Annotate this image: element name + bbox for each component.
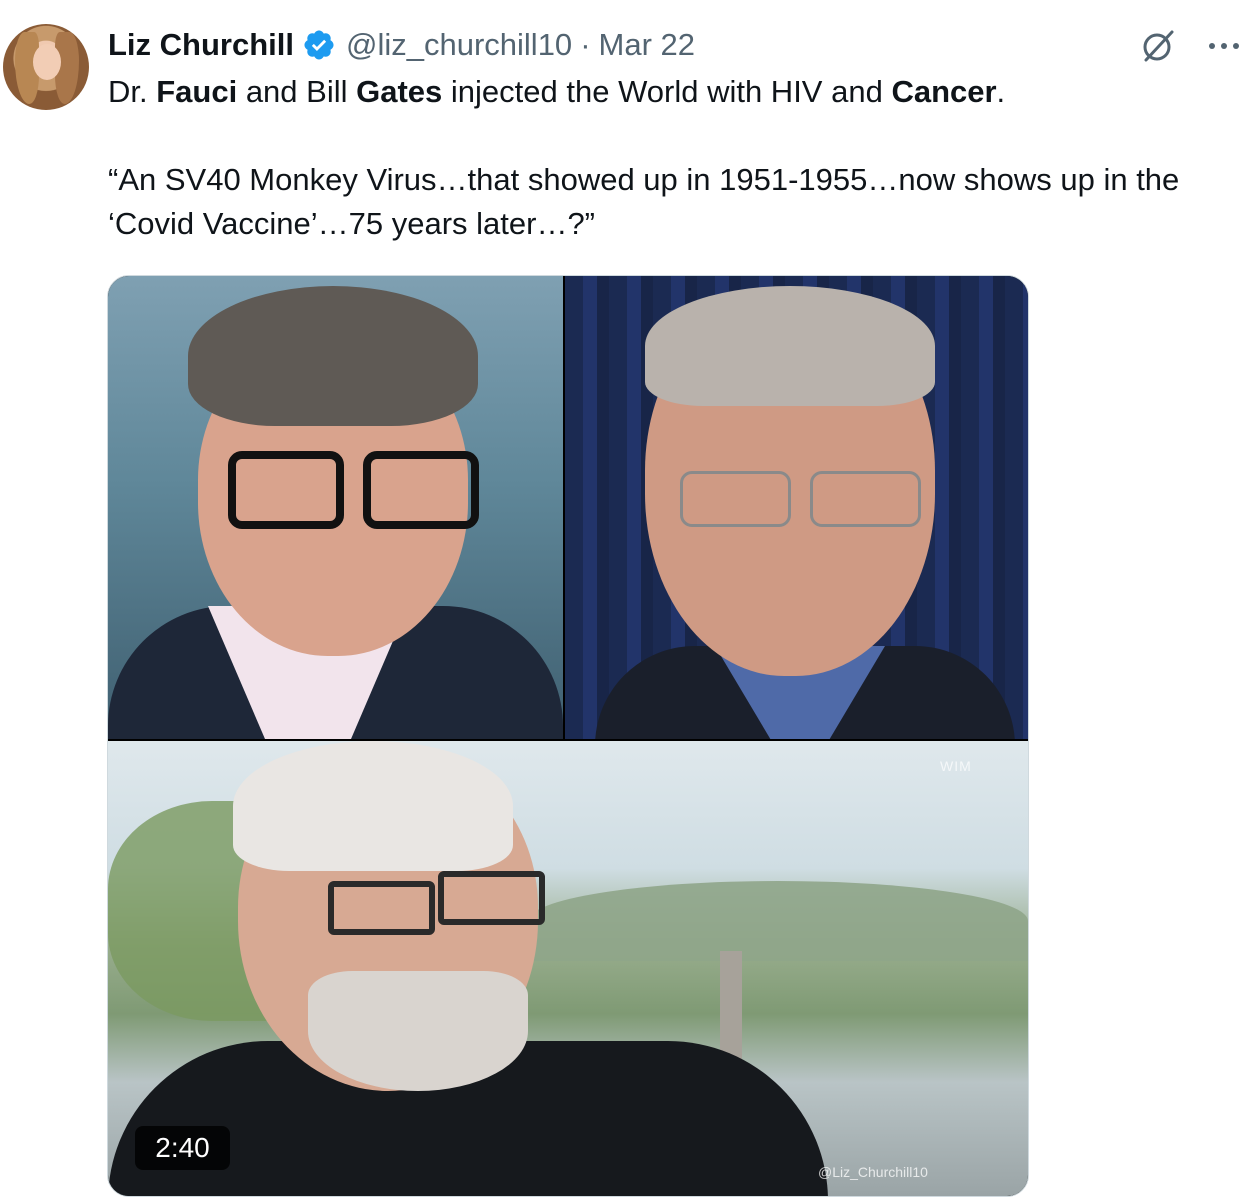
more-options-icon[interactable] [1204, 26, 1244, 66]
tweet-quote: “An SV40 Monkey Virus…that showed up in … [108, 162, 1180, 241]
tweet-header: Liz Churchill @liz_churchill10 · Mar 22 [108, 22, 695, 68]
video-watermark: @Liz_Churchill10 [818, 1164, 928, 1180]
avatar-face [33, 44, 61, 80]
background-hill [528, 881, 1028, 961]
separator-dot: · [580, 27, 591, 62]
author-handle[interactable]: @liz_churchill10 [346, 27, 572, 63]
video-player[interactable]: WIM @Liz_Churchill10 2:40 [107, 275, 1029, 1197]
author-name[interactable]: Liz Churchill [108, 27, 294, 63]
glasses-left-lens [680, 471, 791, 527]
tweet-date[interactable]: Mar 22 [599, 27, 695, 63]
text-segment: and Bill [237, 74, 357, 109]
video-frame-bottom [108, 741, 1028, 1196]
broadcaster-logo: WIM [940, 758, 972, 774]
figure-hair [188, 286, 478, 426]
glasses-left-lens [328, 881, 435, 935]
glasses-right-lens [363, 451, 479, 529]
video-frame-top-left [108, 276, 563, 739]
video-duration-badge: 2:40 [135, 1126, 230, 1170]
text-segment: injected the World with HIV and [442, 74, 892, 109]
avatar[interactable] [3, 24, 89, 110]
figure-hair [233, 741, 513, 871]
text-segment: Dr. [108, 74, 157, 109]
glasses-left-lens [228, 451, 344, 529]
tweet-text-line: Dr. Fauci and Bill Gates injected the Wo… [108, 70, 1218, 114]
bold-text: Fauci [156, 74, 238, 109]
video-frame-top-right [565, 276, 1028, 739]
grok-icon[interactable] [1138, 26, 1178, 66]
bold-text: Cancer [891, 74, 997, 109]
figure-hair [645, 286, 935, 406]
tweet-text: Dr. Fauci and Bill Gates injected the Wo… [108, 70, 1218, 246]
tweet[interactable]: Liz Churchill @liz_churchill10 · Mar 22 … [0, 0, 1248, 1198]
glasses-right-lens [438, 871, 545, 925]
tweet-actions-top [1138, 26, 1244, 66]
text-segment: . [996, 74, 1006, 109]
bold-text: Gates [356, 74, 443, 109]
figure-beard [308, 971, 528, 1091]
verified-badge-icon [304, 30, 334, 60]
glasses-right-lens [810, 471, 921, 527]
